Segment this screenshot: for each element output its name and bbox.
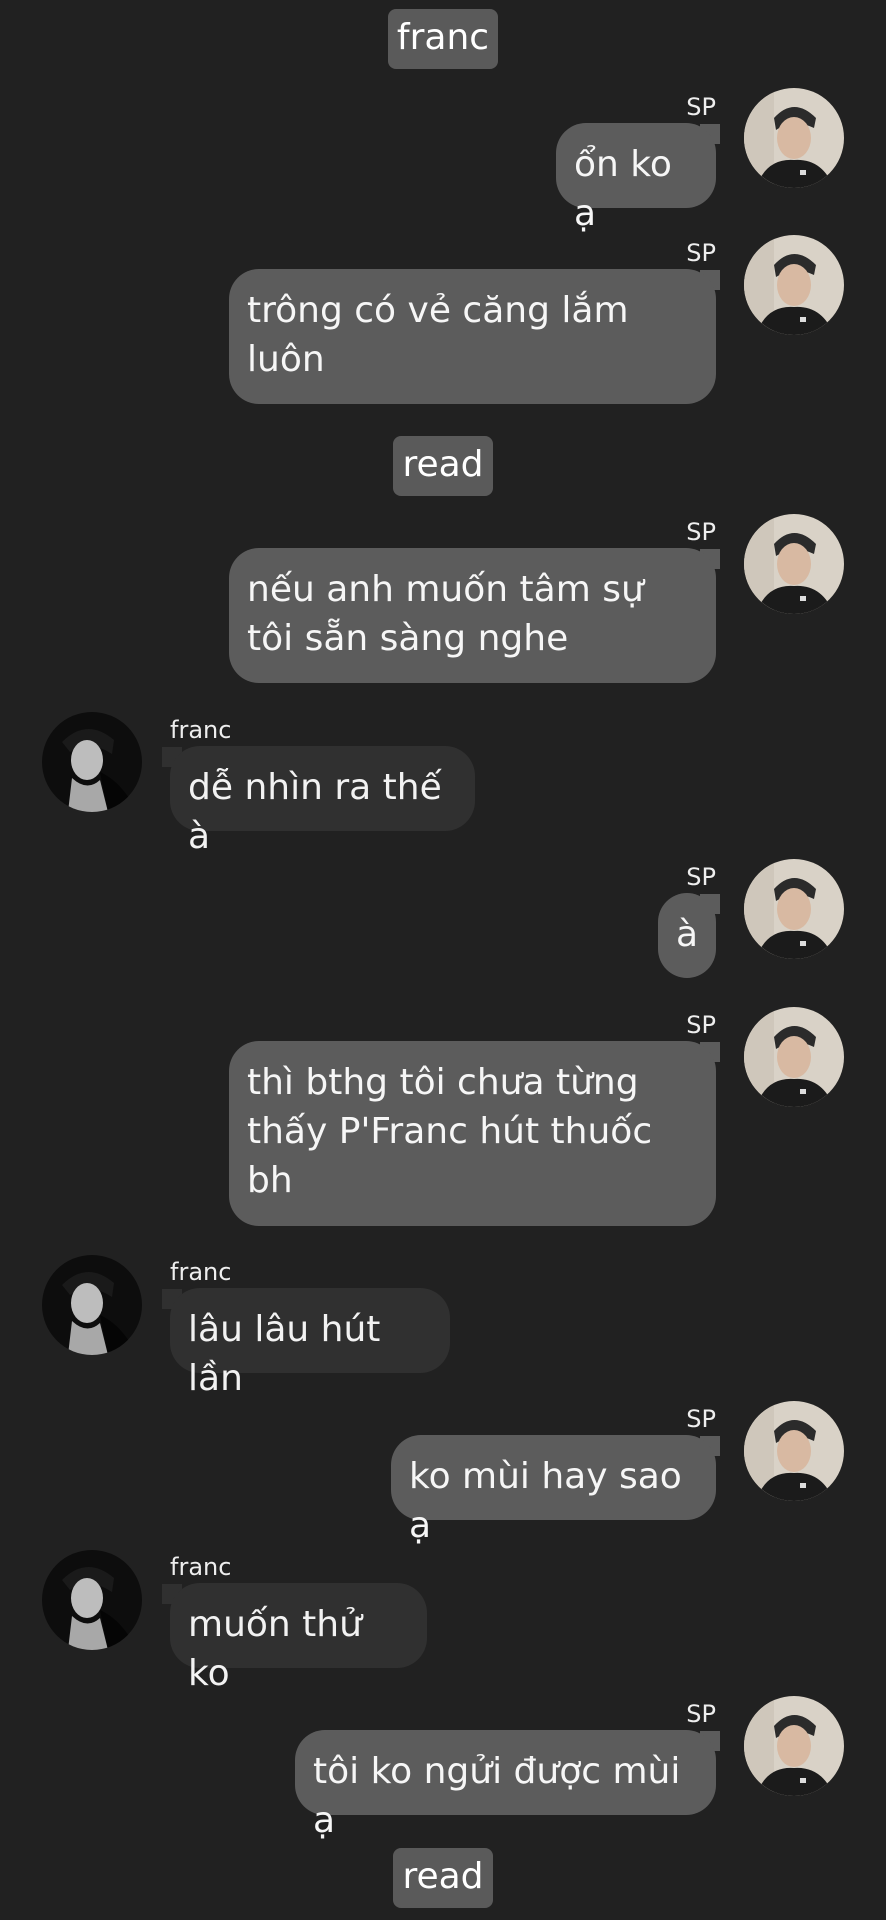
sender-name: SP (686, 93, 716, 121)
system-label-text: franc (387, 9, 499, 69)
message-text: ko mùi hay sao ạ (409, 1456, 682, 1546)
message-bubble[interactable]: tôi ko ngửi được mùi ạ (295, 1730, 716, 1841)
message-bubble[interactable]: nếu anh muốn tâm sự tôi sẵn sàng nghe (229, 548, 716, 683)
avatar-sp[interactable] (744, 88, 844, 188)
sender-name: SP (686, 1011, 716, 1039)
read-receipt-text: read (393, 436, 493, 496)
read-receipt: read (0, 436, 886, 496)
avatar-sp-icon (744, 514, 844, 614)
avatar-sp-icon (744, 235, 844, 335)
avatar-franc[interactable] (42, 1255, 142, 1355)
message-bubble[interactable]: ổn ko ạ (556, 123, 716, 234)
avatar-franc-icon (42, 1255, 142, 1355)
system-label-top: franc (0, 9, 886, 69)
message-text: nếu anh muốn tâm sự tôi sẵn sàng nghe (247, 569, 644, 659)
message-text: lâu lâu hút lần (188, 1309, 381, 1399)
avatar-sp[interactable] (744, 859, 844, 959)
read-receipt: read (0, 1848, 886, 1908)
avatar-sp-icon (744, 859, 844, 959)
avatar-sp[interactable] (744, 1401, 844, 1501)
message-bubble[interactable]: muốn thử ko (170, 1583, 427, 1694)
sender-name: SP (686, 239, 716, 267)
avatar-sp[interactable] (744, 1696, 844, 1796)
sender-name: franc (170, 1258, 232, 1286)
message-bubble[interactable]: à (658, 893, 716, 978)
message-bubble[interactable]: lâu lâu hút lần (170, 1288, 450, 1399)
avatar-sp[interactable] (744, 235, 844, 335)
avatar-franc-icon (42, 712, 142, 812)
message-text: ổn ko ạ (574, 144, 672, 234)
avatar-franc-icon (42, 1550, 142, 1650)
avatar-franc[interactable] (42, 1550, 142, 1650)
message-text: tôi ko ngửi được mùi ạ (313, 1751, 681, 1841)
message-bubble[interactable]: ko mùi hay sao ạ (391, 1435, 716, 1546)
avatar-sp-icon (744, 1007, 844, 1107)
sender-name: SP (686, 863, 716, 891)
sender-name: SP (686, 1700, 716, 1728)
message-text: dễ nhìn ra thế à (188, 767, 442, 857)
message-bubble[interactable]: trông có vẻ căng lắm luôn (229, 269, 716, 404)
avatar-sp-icon (744, 1696, 844, 1796)
message-text: thì bthg tôi chưa từng thấy P'Franc hút … (247, 1062, 653, 1201)
sender-name: SP (686, 1405, 716, 1433)
message-text: à (676, 914, 699, 955)
message-text: trông có vẻ căng lắm luôn (247, 290, 629, 380)
read-receipt-text: read (393, 1848, 493, 1908)
sender-name: franc (170, 716, 232, 744)
avatar-sp[interactable] (744, 514, 844, 614)
avatar-sp[interactable] (744, 1007, 844, 1107)
avatar-sp-icon (744, 88, 844, 188)
message-text: muốn thử ko (188, 1604, 362, 1694)
message-bubble[interactable]: dễ nhìn ra thế à (170, 746, 475, 857)
avatar-sp-icon (744, 1401, 844, 1501)
message-bubble[interactable]: thì bthg tôi chưa từng thấy P'Franc hút … (229, 1041, 716, 1226)
sender-name: SP (686, 518, 716, 546)
avatar-franc[interactable] (42, 712, 142, 812)
sender-name: franc (170, 1553, 232, 1581)
